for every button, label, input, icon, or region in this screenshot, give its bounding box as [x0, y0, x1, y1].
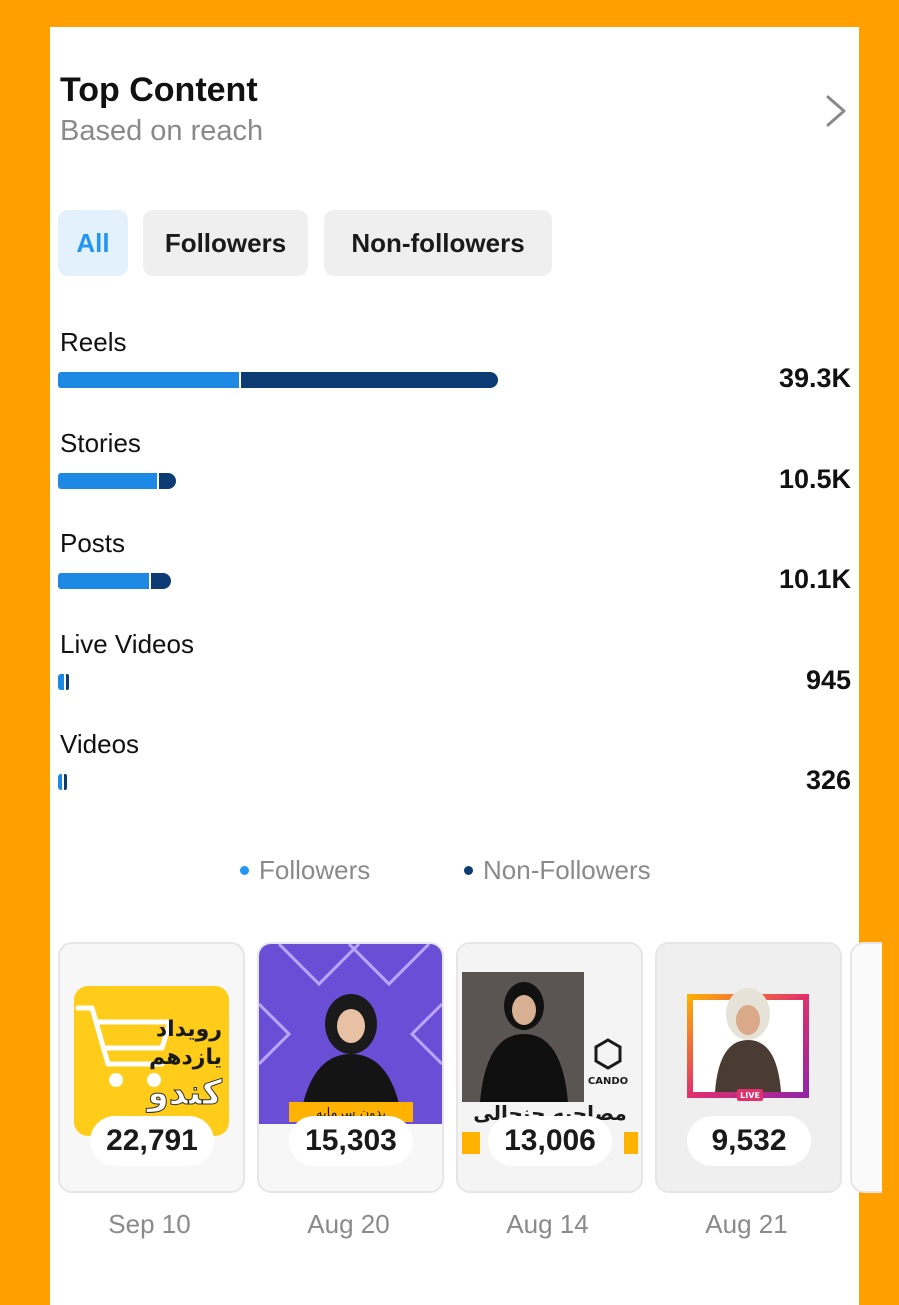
page-title: Top Content: [60, 71, 258, 109]
content-thumbnail-4[interactable]: LIVE 9,532: [655, 942, 842, 1193]
reach-count: 15,303: [289, 1116, 413, 1166]
svg-text:یازدهم: یازدهم: [149, 1045, 222, 1070]
tab-followers[interactable]: Followers: [143, 210, 308, 276]
post-date: Aug 20: [307, 1209, 390, 1239]
stacked-bar: [58, 774, 67, 790]
legend-followers: Followers: [240, 855, 370, 886]
followers-bar-segment: [58, 573, 149, 589]
post-date: Aug 14: [506, 1209, 589, 1239]
non-followers-bar-segment: [150, 573, 172, 589]
followers-bar-segment: [58, 472, 157, 489]
non-followers-dot-icon: [464, 866, 473, 875]
row-value: 10.5K: [778, 463, 851, 494]
thumbnail-image: رویداد یازدهم کندو: [74, 986, 229, 1136]
row-value: 10.1K: [778, 564, 851, 594]
content-thumbnail-5-partial[interactable]: [850, 942, 882, 1193]
row-label: Live Videos: [60, 628, 194, 659]
row-label: Stories: [60, 427, 141, 458]
content-thumbnail-3[interactable]: CANDO مصاحبه حنجالی 13,006: [456, 942, 643, 1193]
row-label: Videos: [60, 729, 140, 759]
post-date: Sep 10: [108, 1209, 191, 1239]
legend-followers-label: Followers: [259, 855, 371, 885]
stacked-bar: [58, 372, 498, 388]
followers-bar-segment: [58, 372, 240, 388]
page-subtitle: Based on reach: [60, 115, 264, 147]
stacked-bar: [58, 573, 172, 589]
non-followers-bar-segment: [66, 673, 70, 690]
row-value: 945: [805, 664, 851, 695]
tab-all[interactable]: All: [58, 210, 128, 276]
stacked-bar: [58, 673, 70, 690]
content-thumbnail-1[interactable]: رویداد یازدهم کندو 22,791: [58, 942, 245, 1193]
svg-text:CANDO: CANDO: [588, 1076, 628, 1087]
non-followers-bar-segment: [241, 372, 498, 388]
non-followers-bar-segment: [63, 774, 67, 790]
reach-count: 22,791: [90, 1116, 214, 1166]
legend-non-followers: Non-Followers: [464, 855, 651, 886]
svg-text:کندو: کندو: [146, 1073, 223, 1113]
svg-text:رویداد: رویداد: [156, 1017, 222, 1042]
post-date: Aug 21: [705, 1209, 788, 1239]
followers-dot-icon: [240, 866, 249, 875]
stacked-bar: [58, 472, 176, 489]
top-content-card: Top Content Based on reach All Followers…: [50, 27, 882, 1305]
row-value: 39.3K: [778, 363, 851, 393]
reach-count: 13,006: [488, 1116, 612, 1166]
row-label: Posts: [60, 528, 126, 558]
chevron-right-icon[interactable]: [820, 91, 852, 131]
content-thumbnail-2[interactable]: بدون سرمایه 15,303: [257, 942, 444, 1193]
row-value: 326: [805, 765, 851, 795]
non-followers-bar-segment: [158, 472, 176, 489]
row-label: Reels: [60, 327, 127, 357]
tab-non-followers[interactable]: Non-followers: [324, 210, 552, 276]
svg-text:LIVE: LIVE: [740, 1091, 760, 1100]
reach-count: 9,532: [687, 1116, 811, 1166]
legend-non-followers-label: Non-Followers: [483, 855, 651, 885]
